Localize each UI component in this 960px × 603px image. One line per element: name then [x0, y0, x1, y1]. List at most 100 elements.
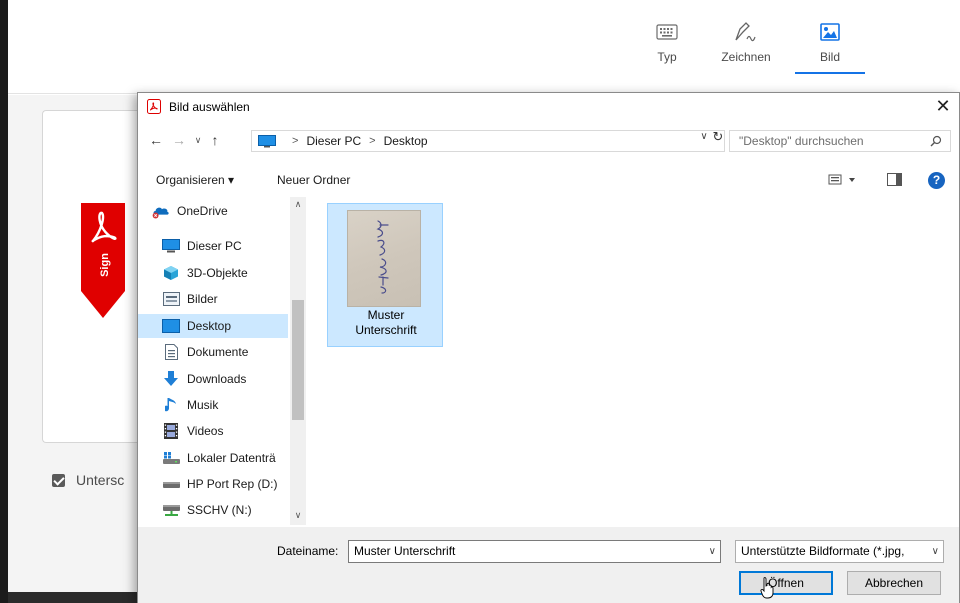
- nav-item-label: 3D-Objekte: [187, 266, 248, 280]
- music-icon: [162, 397, 180, 413]
- filetype-value: Unterstützte Bildformate (*.jpg,: [741, 544, 905, 558]
- nav-item-hp-port-rep[interactable]: HP Port Rep (D:): [162, 472, 305, 496]
- scroll-down-icon[interactable]: ∨: [290, 510, 306, 521]
- command-bar: Organisieren ▾ Neuer Ordner ?: [138, 165, 959, 195]
- chevron-down-icon: ∨: [700, 131, 708, 142]
- chevron-down-icon: [849, 178, 855, 182]
- dialog-titlebar[interactable]: Bild auswählen ✕: [138, 93, 959, 121]
- scroll-up-icon[interactable]: ∧: [290, 199, 306, 210]
- tab-draw-label: Zeichnen: [721, 50, 771, 64]
- file-list-view: Muster Unterschrift: [308, 197, 959, 527]
- network-drive-icon: [162, 502, 180, 518]
- navigation-bar: ← → ∨ ↑ > Dieser PC > Desktop ∨ ↻ "Deskt…: [138, 127, 959, 155]
- chevron-down-icon: ∨: [929, 541, 939, 562]
- nav-item-label: Dokumente: [187, 345, 249, 359]
- new-folder-button[interactable]: Neuer Ordner: [277, 173, 350, 187]
- 3d-objects-icon: [162, 265, 180, 281]
- up-button[interactable]: ↑: [205, 130, 225, 150]
- view-options-button[interactable]: [828, 172, 860, 188]
- nav-item-desktop[interactable]: Desktop: [138, 314, 288, 338]
- signature-image-thumbnail: [348, 211, 420, 306]
- search-input[interactable]: "Desktop" durchsuchen: [729, 130, 951, 152]
- nav-item-lokaler-datentraeger[interactable]: Lokaler Datenträ: [162, 446, 305, 470]
- nav-item-dokumente[interactable]: Dokumente: [162, 340, 305, 364]
- keyboard-icon: [632, 20, 702, 44]
- nav-item-label: Dieser PC: [187, 239, 242, 253]
- address-dropdown-button[interactable]: ∨: [697, 131, 711, 142]
- chevron-down-icon[interactable]: ∨: [709, 541, 716, 562]
- breadcrumb-desktop[interactable]: Desktop: [384, 134, 428, 148]
- file-open-dialog: Bild auswählen ✕ ← → ∨ ↑ > Dieser PC > D…: [137, 92, 960, 603]
- view-list-icon: [828, 174, 842, 185]
- onedrive-icon: [152, 203, 170, 219]
- back-button[interactable]: ←: [146, 130, 166, 150]
- preview-pane-button[interactable]: [887, 173, 902, 186]
- tab-image[interactable]: Bild: [795, 20, 865, 74]
- forward-button[interactable]: →: [169, 130, 189, 150]
- filename-input[interactable]: Muster Unterschrift ∨: [348, 540, 721, 563]
- address-bar[interactable]: > Dieser PC > Desktop: [251, 130, 725, 152]
- cancel-button[interactable]: Abbrechen: [847, 571, 941, 595]
- filename-label: Dateiname:: [277, 544, 339, 558]
- documents-icon: [162, 344, 180, 360]
- nav-item-dieser-pc[interactable]: Dieser PC: [162, 234, 305, 258]
- filetype-select[interactable]: Unterstützte Bildformate (*.jpg, ∨: [735, 540, 944, 563]
- dialog-title: Bild auswählen: [169, 100, 250, 114]
- nav-item-label: Videos: [187, 424, 224, 438]
- handwritten-signature-image: [376, 220, 389, 294]
- nav-item-sschv[interactable]: SSCHV (N:): [162, 498, 305, 522]
- close-button[interactable]: ✕: [927, 93, 959, 121]
- search-placeholder: "Desktop" durchsuchen: [739, 134, 864, 148]
- local-disk-icon: [162, 450, 180, 466]
- filename-value: Muster Unterschrift: [354, 544, 456, 558]
- file-name-line-1: Muster: [367, 308, 405, 322]
- help-icon: ?: [932, 173, 941, 187]
- nav-item-videos[interactable]: Videos: [162, 419, 305, 443]
- nav-item-musik[interactable]: Musik: [162, 393, 305, 417]
- videos-icon: [162, 423, 180, 439]
- tab-type-label: Typ: [657, 50, 677, 64]
- tab-type[interactable]: Typ: [632, 20, 702, 70]
- acrobat-app-icon: [147, 99, 161, 114]
- file-name-label: Muster Unterschrift: [328, 308, 444, 338]
- organise-menu-button[interactable]: Organisieren ▾: [156, 173, 234, 187]
- nav-item-3d-objekte[interactable]: 3D-Objekte: [162, 261, 305, 285]
- nav-item-label: Bilder: [187, 292, 218, 306]
- file-name-line-2: Unterschrift: [355, 323, 417, 337]
- computer-icon: [162, 238, 180, 254]
- nav-item-label: SSCHV (N:): [187, 503, 252, 517]
- pen-icon: [711, 20, 781, 44]
- breadcrumb-separator-icon: >: [292, 135, 299, 147]
- image-icon: [795, 20, 865, 44]
- nav-pane-scrollbar[interactable]: ∧ ∨: [290, 197, 306, 525]
- nav-item-onedrive[interactable]: OneDrive: [152, 199, 302, 223]
- computer-icon: [258, 134, 276, 147]
- sign-ribbon-text: Sign: [99, 253, 111, 277]
- desktop-icon: [162, 318, 180, 334]
- nav-item-label: Downloads: [187, 372, 247, 386]
- refresh-icon: ↻: [712, 129, 724, 144]
- nav-item-label: Lokaler Datenträ: [187, 451, 276, 465]
- breadcrumb-separator-icon: >: [369, 135, 376, 147]
- drive-icon: [162, 476, 180, 492]
- navigation-pane: OneDrive Dieser PC 3D-Objekte Bilder Des…: [138, 197, 305, 525]
- nav-item-bilder[interactable]: Bilder: [162, 287, 305, 311]
- breadcrumb-dieser-pc[interactable]: Dieser PC: [306, 134, 361, 148]
- adobe-sign-ribbon: Sign: [81, 203, 125, 318]
- search-icon: [930, 135, 942, 147]
- bottom-dark-strip: [8, 592, 138, 603]
- help-button[interactable]: ?: [928, 172, 945, 189]
- save-signature-label: Untersc: [76, 472, 125, 488]
- close-icon: ✕: [935, 96, 951, 116]
- nav-item-label: Musik: [187, 398, 219, 412]
- save-signature-checkbox[interactable]: [52, 474, 65, 487]
- scrollbar-thumb[interactable]: [292, 300, 304, 420]
- nav-item-downloads[interactable]: Downloads: [162, 367, 305, 391]
- refresh-button[interactable]: ↻: [710, 129, 726, 145]
- open-button[interactable]: Öffnen: [739, 571, 833, 595]
- tab-draw[interactable]: Zeichnen: [711, 20, 781, 70]
- nav-item-label: HP Port Rep (D:): [187, 477, 278, 491]
- mouse-pointer-icon: [760, 577, 774, 599]
- downloads-icon: [162, 371, 180, 387]
- file-item-muster-unterschrift[interactable]: Muster Unterschrift: [327, 203, 443, 347]
